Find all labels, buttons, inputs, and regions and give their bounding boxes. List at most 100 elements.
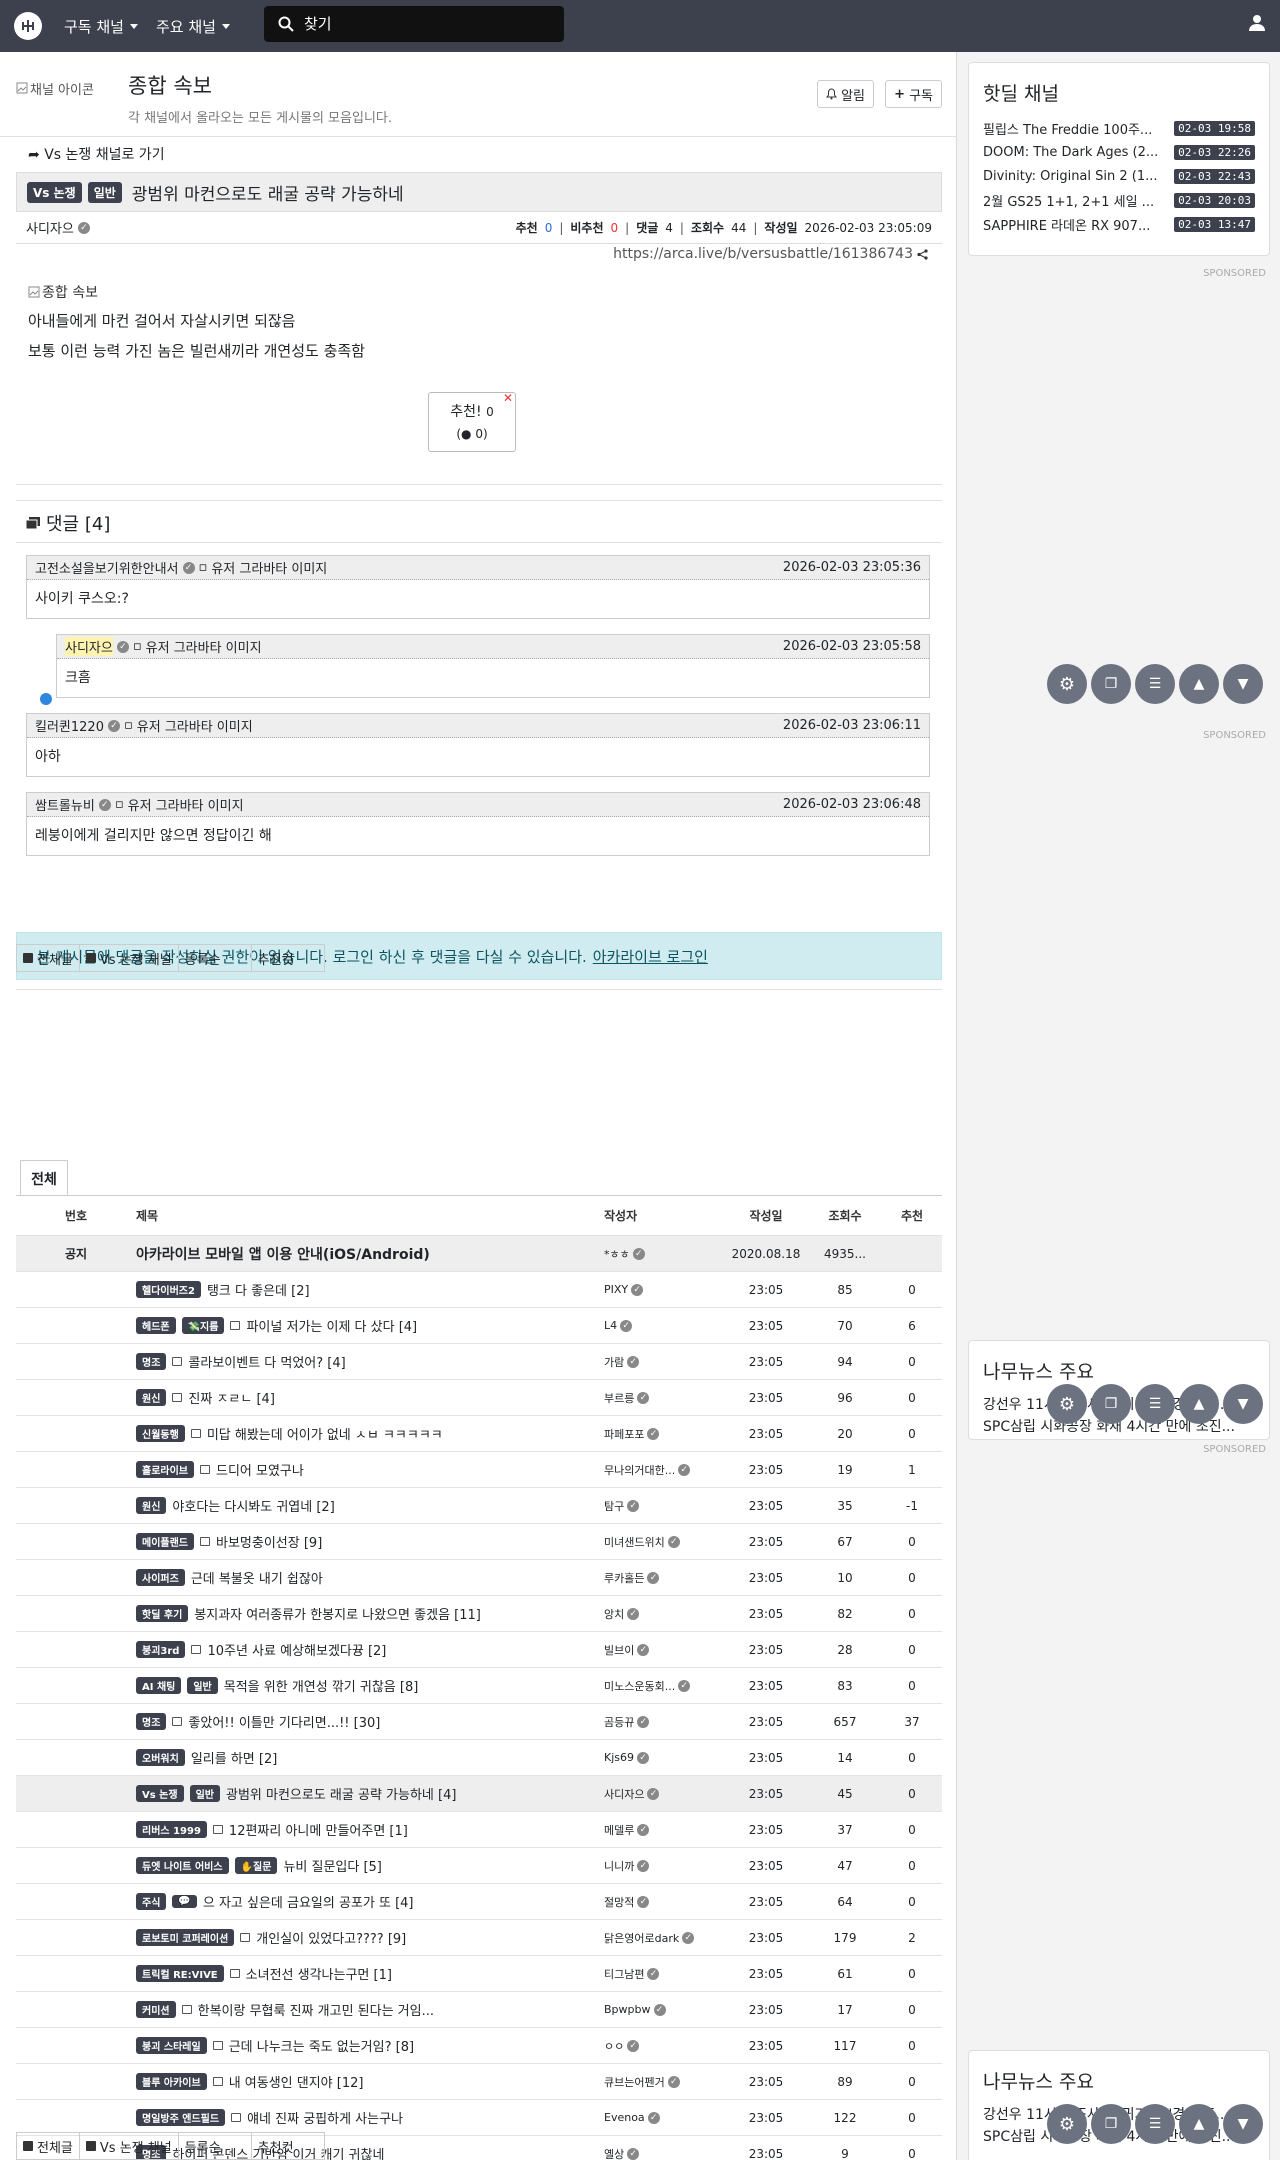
- row-author[interactable]: PIXY ✓: [604, 1283, 724, 1296]
- list-jump-button[interactable]: ☰: [1135, 664, 1175, 704]
- settings-button[interactable]: ⚙: [1047, 1384, 1087, 1424]
- sort-reg-tab[interactable]: 등록순: [177, 2132, 252, 2160]
- category-badge[interactable]: 일반: [87, 181, 122, 203]
- hotdeal-item[interactable]: 필립스 The Freddie 100주... 02-03 19:58: [969, 116, 1269, 140]
- row-badge[interactable]: 신월동행: [136, 1425, 185, 1442]
- row-author[interactable]: 곰등뀨 ✓: [604, 1714, 724, 1730]
- table-row[interactable]: AI 채팅 일반 목적을 위한 개연성 깎기 귀찮음 [8] 미노스운동회... ✓ 23…: [16, 1667, 942, 1703]
- row-badge[interactable]: ✋질문: [234, 1857, 278, 1874]
- recommend-button[interactable]: ✕ 추천! 0 (● 0): [428, 391, 516, 452]
- row-author[interactable]: 탐구 ✓: [604, 1498, 724, 1514]
- table-row[interactable]: 커미션 한복이랑 무협룩 진짜 개고민 된다는 거임... Bpwpbw ✓ 23:05…: [16, 1991, 942, 2027]
- settings-button[interactable]: ⚙: [1047, 2104, 1087, 2144]
- row-badge[interactable]: 붕괴 스타레일: [136, 2037, 207, 2054]
- article-url[interactable]: https://arca.live/b/versusbattle/1613867…: [613, 246, 928, 262]
- row-author[interactable]: 루카홀든 ✓: [604, 1570, 724, 1586]
- alert-button[interactable]: 알림: [817, 80, 874, 108]
- row-badge[interactable]: 명조: [136, 1713, 167, 1730]
- row-badge[interactable]: 일반: [187, 1677, 218, 1694]
- channel-tab[interactable]: Vs 논쟁 채널: [78, 944, 179, 972]
- hotdeal-item[interactable]: Divinity: Original Sin 2 (1... 02-03 22:4…: [969, 164, 1269, 188]
- table-row[interactable]: 명조 콜라보이벤트 다 먹었어? [4] 가람 ✓ 23:05 94 0: [16, 1343, 942, 1379]
- row-badge[interactable]: 커미션: [136, 2001, 176, 2018]
- sort-rec-tab[interactable]: 추천컷: [250, 944, 325, 972]
- table-row[interactable]: 헤드폰 💸지름 파이널 저가는 이제 다 샀다 [4] L4 ✓ 23:05 70 6: [16, 1307, 942, 1343]
- row-badge[interactable]: 헬다이버즈2: [136, 1281, 201, 1298]
- table-row[interactable]: 사이퍼즈 근데 복불옷 내기 쉽잖아 루카홀든 ✓ 23:05 10 0: [16, 1559, 942, 1595]
- table-row[interactable]: 오버워치 일리를 하면 [2] Kjs69 ✓ 23:05 14 0: [16, 1739, 942, 1775]
- scroll-bottom-button[interactable]: ▼: [1223, 2104, 1263, 2144]
- table-row[interactable]: 듀엣 나이트 어비스 ✋질문 뉴비 질문입다 [5] 니니까 ✓ 23:05 47 0: [16, 1847, 942, 1883]
- row-badge[interactable]: 리버스 1999: [136, 1821, 207, 1838]
- row-badge[interactable]: 붕괴3rd: [136, 1641, 186, 1658]
- table-row[interactable]: 리버스 1999 12편짜리 아니메 만들어주면 [1] 메델루 ✓ 23:05 37 0: [16, 1811, 942, 1847]
- list-jump-button[interactable]: ☰: [1135, 1384, 1175, 1424]
- goto-channel-link[interactable]: ➦ Vs 논쟁 채널로 가기: [28, 144, 165, 164]
- row-badge[interactable]: 헤드폰: [136, 1317, 176, 1334]
- row-badge[interactable]: 트릭컬 RE:VIVE: [136, 1965, 224, 1982]
- row-author[interactable]: ㅇㅇ ✓: [604, 2038, 724, 2054]
- row-badge[interactable]: 명조: [136, 1353, 167, 1370]
- user-icon[interactable]: [1248, 14, 1266, 32]
- row-author[interactable]: 미녀샌드위치 ✓: [604, 1534, 724, 1550]
- row-author[interactable]: Bpwpbw ✓: [604, 2003, 724, 2016]
- row-author[interactable]: 부르릉 ✓: [604, 1390, 724, 1406]
- sort-rec-tab[interactable]: 추천컷: [250, 2132, 325, 2160]
- table-row[interactable]: 트릭컬 RE:VIVE 소녀전선 생각나는구먼 [1] 티그남편 ✓ 23:05 61 0: [16, 1955, 942, 1991]
- search-input[interactable]: [304, 15, 544, 33]
- scroll-bottom-button[interactable]: ▼: [1223, 664, 1263, 704]
- row-author[interactable]: 앙치 ✓: [604, 1606, 724, 1622]
- row-badge[interactable]: Vs 논쟁: [136, 1785, 184, 1802]
- comments-jump-button[interactable]: ❐: [1091, 2104, 1131, 2144]
- login-link[interactable]: 아카라이브 로그인: [593, 946, 708, 967]
- tab-all[interactable]: 전체: [20, 1160, 68, 1196]
- channel-tab[interactable]: Vs 논쟁 채널: [78, 2132, 179, 2160]
- table-row[interactable]: 메이플랜드 바보멍충이선장 [9] 미녀샌드위치 ✓ 23:05 67 0: [16, 1523, 942, 1559]
- table-row[interactable]: 원신 야호다는 다시봐도 귀엽네 [2] 탐구 ✓ 23:05 35 -1: [16, 1487, 942, 1523]
- row-badge[interactable]: 주식: [136, 1893, 167, 1910]
- comment-author[interactable]: 쌈트롤뉴비: [35, 795, 95, 814]
- row-badge[interactable]: 💸지름: [181, 1317, 225, 1334]
- row-author[interactable]: 파페포포 ✓: [604, 1426, 724, 1442]
- row-badge[interactable]: 오버워치: [136, 1749, 185, 1766]
- row-author[interactable]: 사디자으 ✓: [604, 1786, 724, 1802]
- row-author[interactable]: 절망적 ✓: [604, 1894, 724, 1910]
- comment-author[interactable]: 사디자으: [65, 637, 113, 656]
- row-author[interactable]: 큐브는어펜거 ✓: [604, 2074, 724, 2090]
- channel-badge[interactable]: Vs 논쟁: [27, 181, 82, 203]
- row-badge[interactable]: 일반: [189, 1785, 220, 1802]
- row-badge[interactable]: 홀로라이브: [136, 1461, 194, 1478]
- row-author[interactable]: Kjs69 ✓: [604, 1751, 724, 1764]
- row-author[interactable]: 가람 ✓: [604, 1354, 724, 1370]
- row-author[interactable]: 닭은영어로dark ✓: [604, 1930, 724, 1946]
- row-author[interactable]: 빌브이 ✓: [604, 1642, 724, 1658]
- row-badge[interactable]: 명일방주 엔드필드: [136, 2109, 226, 2126]
- row-badge[interactable]: 원신: [136, 1497, 167, 1514]
- row-author[interactable]: Evenoa ✓: [604, 2111, 724, 2124]
- share-icon[interactable]: [917, 248, 928, 260]
- row-author[interactable]: 미노스운동회... ✓: [604, 1678, 724, 1694]
- hotdeal-item[interactable]: SAPPHIRE 라데온 RX 907... 02-03 13:47: [969, 212, 1269, 236]
- arca-logo[interactable]: [14, 12, 42, 40]
- table-row[interactable]: 주식 💬 으 자고 싶은데 금요일의 공포가 또 [4] 절망적 ✓ 23:05 64 0: [16, 1883, 942, 1919]
- comment-author[interactable]: 고전소설을보기위한안내서: [35, 558, 179, 577]
- table-row[interactable]: 원신 진짜 ㅈㄹㄴ [4] 부르릉 ✓ 23:05 96 0: [16, 1379, 942, 1415]
- article-author[interactable]: 사디자으 ✓: [26, 218, 516, 237]
- row-author[interactable]: L4 ✓: [604, 1319, 724, 1332]
- row-author[interactable]: 무나의거대한... ✓: [604, 1462, 724, 1478]
- comment-author[interactable]: 킬러퀸1220: [35, 716, 104, 735]
- table-row[interactable]: 신월동행 미답 해봤는데 어이가 없네 ㅅㅂ ㅋㅋㅋㅋㅋ 파페포포 ✓ 23:05 20 0: [16, 1415, 942, 1451]
- row-author[interactable]: 니니까 ✓: [604, 1858, 724, 1874]
- table-row[interactable]: 붕괴 스타레일 근데 나누크는 죽도 없는거임? [8] ㅇㅇ ✓ 23:05 117 0: [16, 2027, 942, 2063]
- scroll-top-button[interactable]: ▲: [1179, 664, 1219, 704]
- row-badge[interactable]: 로보토미 코퍼레이션: [136, 1929, 235, 1946]
- row-badge[interactable]: 💬: [172, 1895, 197, 1908]
- row-badge[interactable]: 듀엣 나이트 어비스: [136, 1857, 229, 1874]
- sort-reg-tab[interactable]: 등록순: [177, 944, 252, 972]
- table-row[interactable]: 명조 좋았어!! 이틀만 기다리면...!! [30] 곰등뀨 ✓ 23:05 657 37: [16, 1703, 942, 1739]
- table-row[interactable]: 블루 아카이브 내 여동생인 댄지야 [12] 큐브는어펜거 ✓ 23:05 89 0: [16, 2063, 942, 2099]
- settings-button[interactable]: ⚙: [1047, 664, 1087, 704]
- hotdeal-item[interactable]: DOOM: The Dark Ages (2... 02-03 22:26: [969, 140, 1269, 164]
- scroll-top-button[interactable]: ▲: [1179, 1384, 1219, 1424]
- row-badge[interactable]: 메이플랜드: [136, 1533, 194, 1550]
